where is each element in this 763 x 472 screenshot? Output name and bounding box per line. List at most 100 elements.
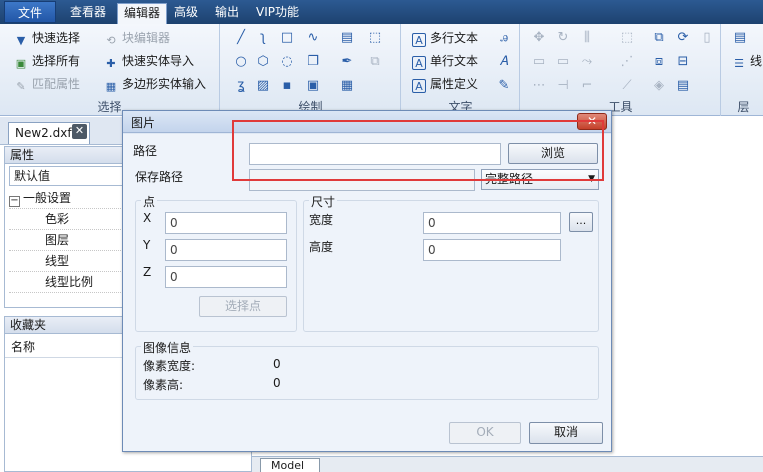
array-icon[interactable]: ⋰ [619,54,635,70]
ribbon-group-tools: ✥ ↻ ⫼ ⬚ ⧉ ⟳ ▯ ▭ ▭ ⤳ ⋰ ⧈ ⊟ ⋯ ⊣ ⌐ ⟋ ◈ ▤ 工具 [521,24,721,116]
polygon-entity-input-button[interactable]: ▦ 多边形实体输入 [104,74,206,94]
text-font-icon[interactable]: 𝐴 [496,54,512,70]
rotate-icon[interactable]: ↻ [555,30,571,46]
select-point-button[interactable]: 选择点 [199,296,287,317]
singleline-text-button[interactable]: A 单行文本 [412,51,478,71]
ribbon-group-select: ▼ 快速选择 ⟲ 块编辑器 ▣ 选择所有 ✚ 快速实体导入 ✎ 匹配属性 ▦ 多边形实体输入… [0,24,220,116]
block-insert-icon[interactable]: ⧉ [367,54,383,70]
attr-def-button[interactable]: A 属性定义 [412,74,478,94]
ribbon-group-layer: ▤ ☰ 线 层 [724,24,763,116]
menu-advanced[interactable]: 高级 [168,3,204,22]
path-label: 路径 [133,144,158,158]
layout-tabs: Model [252,456,763,472]
chamfer-icon[interactable]: ⟋ [619,78,635,94]
point-tool-icon[interactable]: ▪ [279,78,295,94]
menu-viewer[interactable]: 查看器 [64,3,112,22]
layer-line-button[interactable]: ☰ 线 [732,51,762,71]
save-path-label: 保存路径 [135,170,184,184]
circle-tool-icon[interactable]: ○ [233,54,249,70]
menu-editor[interactable]: 编辑器 [117,3,168,24]
arc-tool-icon[interactable]: ◌ [279,54,295,70]
image-tool-icon[interactable]: ▣ [305,78,321,94]
funnel-icon: ▼ [16,34,26,47]
ribbon-group-text: A 多行文本 A 单行文本 A 属性定义 ꭿ 𝐴 ✎ 文字 [402,24,520,116]
ok-button[interactable]: OK [449,422,521,444]
multiline-text-button[interactable]: A 多行文本 [412,28,478,48]
hatch-tool-icon[interactable]: ▨ [255,78,271,94]
break-icon[interactable]: ⊣ [555,78,571,94]
pixel-width-label: 像素宽度: [143,359,196,373]
mirror-icon[interactable]: ⫼ [579,30,595,46]
height-label: 高度 [309,240,334,254]
quick-entity-import-button[interactable]: ✚ 快速实体导入 [104,51,194,71]
join-icon[interactable]: ◈ [651,78,667,94]
table-tool-icon[interactable]: ▦ [339,78,355,94]
text-style-icon[interactable]: ꭿ [496,30,512,46]
spline-tool-icon[interactable]: ∿ [305,30,321,46]
z-input[interactable]: 0 [165,266,287,288]
redraw-icon[interactable]: ⟳ [675,30,691,46]
ungroup-icon[interactable]: ⊟ [675,54,691,70]
pixel-width-value: 0 [273,357,281,371]
hexagon-tool-icon[interactable]: ⬡ [255,54,271,70]
trim-icon[interactable]: ▭ [531,54,547,70]
x-input[interactable]: 0 [165,212,287,234]
text-edit-icon[interactable]: ✎ [496,78,512,94]
collapse-icon[interactable]: − [9,196,20,207]
height-input[interactable]: 0 [423,239,561,261]
fillet-icon[interactable]: ⌐ [579,78,595,94]
copy-tool-icon[interactable]: ❐ [305,54,321,70]
polyline-tool-icon[interactable]: ʅ [255,30,271,46]
curve-tool-icon[interactable]: ʓ [233,78,249,94]
dialog-body: 路径 浏览 保存路径 完整路径 ▼ 点 X 0 Y 0 Z 0 选择点 尺寸 宽… [123,134,611,451]
mtext-icon: A [412,33,426,47]
select-all-icon: ▣ [15,57,27,70]
menu-output[interactable]: 输出 [209,3,245,22]
block-editor-button[interactable]: ⟲ 块编辑器 [104,28,170,48]
explode-icon[interactable]: ⧉ [651,30,667,46]
menu-vip[interactable]: VIP功能 [250,3,305,22]
size-group-title: 尺寸 [309,193,338,210]
brush-icon: ✎ [16,80,26,93]
image-info-groupbox [135,346,599,400]
tool-extra-icon[interactable]: ▯ [699,30,715,46]
layer-icon[interactable]: ▤ [732,30,748,46]
rectangle-tool-icon[interactable]: □ [279,30,295,46]
width-label: 宽度 [309,213,334,227]
group-icon[interactable]: ⧈ [651,54,667,70]
point-group-title: 点 [141,193,158,210]
move-icon[interactable]: ✥ [531,30,547,46]
ribbon: ▼ 快速选择 ⟲ 块编辑器 ▣ 选择所有 ✚ 快速实体导入 ✎ 匹配属性 ▦ 多边形实体输入… [0,24,763,116]
polygon-icon: ▦ [105,80,117,93]
line-tool-icon[interactable]: ╱ [233,30,249,46]
y-input[interactable]: 0 [165,239,287,261]
scale-icon[interactable]: ⬚ [619,30,635,46]
offset-icon[interactable]: ⤳ [579,54,595,70]
model-tab[interactable]: Model [260,458,320,472]
plus-icon: ✚ [106,57,116,70]
ribbon-group-layer-label: 层 [737,100,750,114]
image-info-title: 图像信息 [141,339,194,356]
attr-icon: A [412,79,426,93]
text-frame-icon[interactable]: ▤ [339,30,355,46]
doc-close-icon[interactable]: ✕ [72,124,87,139]
cancel-button[interactable]: 取消 [529,422,603,444]
text-icon: A [412,56,426,70]
y-label: Y [143,238,151,252]
dots-icon[interactable]: ⋯ [531,78,547,94]
dim-tool-icon[interactable]: ⬚ [367,30,383,46]
match-props-button[interactable]: ✎ 匹配属性 [14,74,80,94]
width-input[interactable]: 0 [423,212,561,234]
extend-icon[interactable]: ▭ [555,54,571,70]
ellipsis-button[interactable]: ... [569,212,593,232]
menu-file[interactable]: 文件 [4,1,56,23]
purge-icon[interactable]: ▤ [675,78,691,94]
pen-tool-icon[interactable]: ✒ [339,54,355,70]
ribbon-group-draw: ╱ ʅ □ ∿ ▤ ⬚ ○ ⬡ ◌ ❐ ✒ ⧉ ʓ ▨ ▪ ▣ ▦ 绘制 [221,24,401,116]
pixel-height-value: 0 [273,376,281,390]
quick-select-button[interactable]: ▼ 快速选择 [14,28,80,48]
select-all-button[interactable]: ▣ 选择所有 [14,51,80,71]
z-label: Z [143,265,152,279]
menu-bar: 文件 查看器 编辑器 高级 输出 VIP功能 [0,0,763,24]
x-label: X [143,211,152,225]
